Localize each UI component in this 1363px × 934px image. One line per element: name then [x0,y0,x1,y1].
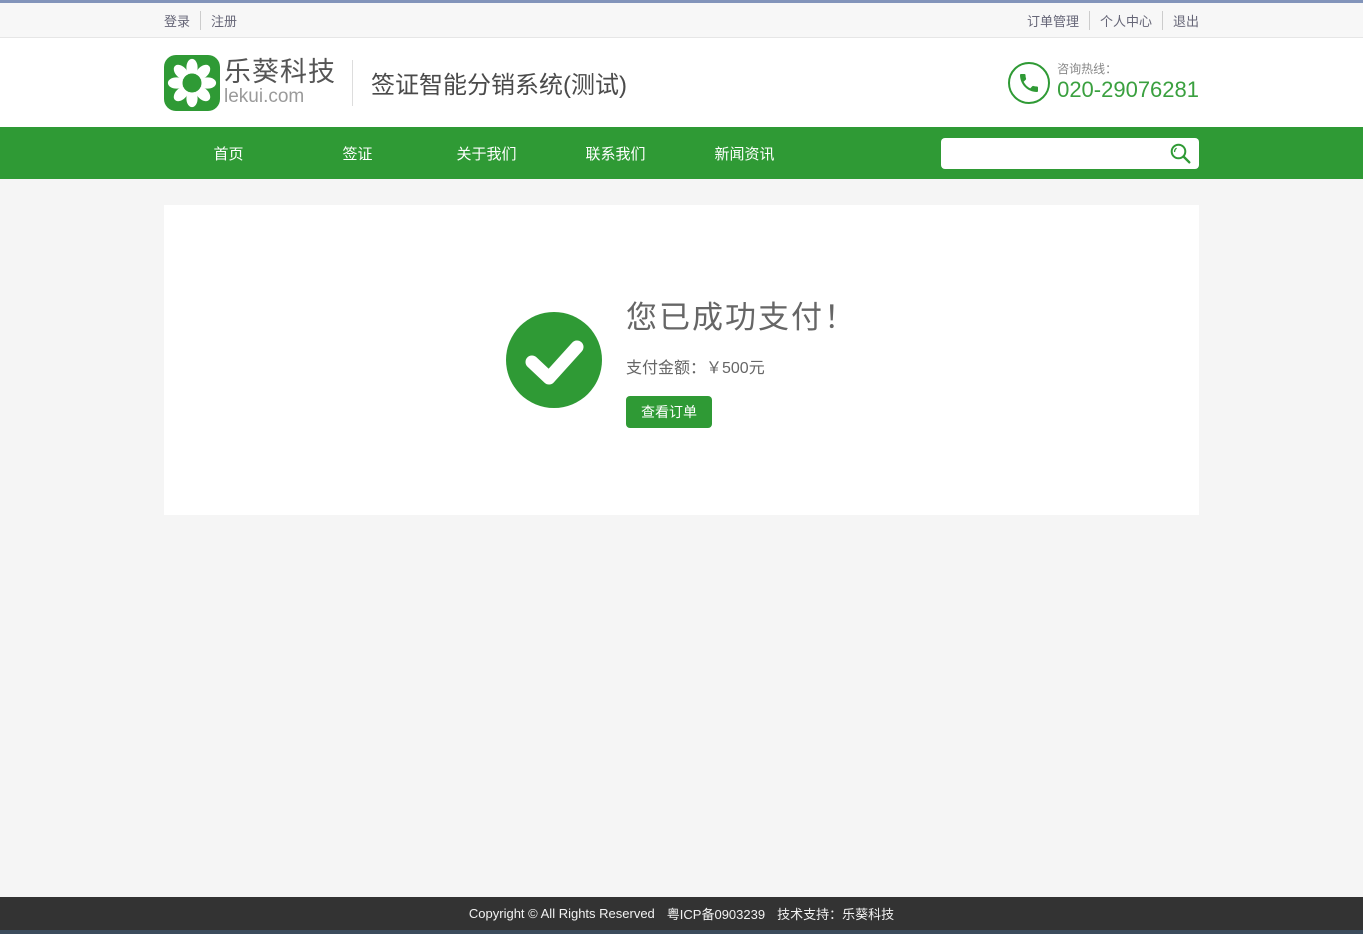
system-title: 签证智能分销系统(测试) [371,65,627,100]
hotline-label: 咨询热线： [1057,63,1199,77]
copyright-text: Copyright © All Rights Reserved [469,906,655,921]
sunflower-logo-icon [164,55,220,111]
logo[interactable]: 乐葵科技 lekui.com [164,55,336,111]
nav-item-news[interactable]: 新闻资讯 [680,127,809,179]
logout-link[interactable]: 退出 [1162,11,1199,30]
main-content: 您已成功支付！ 支付金额：￥500元 查看订单 [0,179,1363,515]
payment-success-card: 您已成功支付！ 支付金额：￥500元 查看订单 [164,205,1199,515]
nav-item-visa[interactable]: 签证 [293,127,422,179]
logo-company-name: 乐葵科技 [224,58,336,86]
register-link[interactable]: 注册 [200,11,247,30]
site-footer: Copyright © All Rights Reserved 粤ICP备090… [0,897,1363,934]
main-nav: 首页 签证 关于我们 联系我们 新闻资讯 [0,127,1363,179]
search-box [941,138,1199,169]
view-order-button[interactable]: 查看订单 [626,396,712,428]
hotline: 咨询热线： 020-29076281 [1008,62,1199,104]
login-link[interactable]: 登录 [164,11,200,30]
hotline-number: 020-29076281 [1057,77,1199,102]
footer-bottom-strip [0,930,1363,934]
icp-number: 粤ICP备0903239 [667,904,765,923]
search-input[interactable] [941,138,1199,169]
success-title: 您已成功支付！ [626,292,857,337]
phone-icon [1008,62,1050,104]
logo-domain: lekui.com [224,87,336,107]
topbar-right-links: 订单管理 个人中心 退出 [1027,11,1199,30]
topbar-left-links: 登录 注册 [164,11,247,30]
nav-item-home[interactable]: 首页 [164,127,293,179]
header-divider [352,60,353,106]
personal-center-link[interactable]: 个人中心 [1089,11,1162,30]
order-management-link[interactable]: 订单管理 [1027,11,1089,30]
logo-text: 乐葵科技 lekui.com [224,58,336,106]
utility-topbar: 登录 注册 订单管理 个人中心 退出 [0,3,1363,38]
nav-item-contact-us[interactable]: 联系我们 [551,127,680,179]
tech-support-text: 技术支持：乐葵科技 [777,904,894,923]
nav-item-about-us[interactable]: 关于我们 [422,127,551,179]
site-header: 乐葵科技 lekui.com 签证智能分销系统(测试) 咨询热线： 020-29… [0,38,1363,127]
payment-amount: 支付金额：￥500元 [626,354,857,378]
nav-menu: 首页 签证 关于我们 联系我们 新闻资讯 [164,127,809,179]
success-check-icon [506,312,602,408]
search-icon[interactable] [1169,142,1192,165]
